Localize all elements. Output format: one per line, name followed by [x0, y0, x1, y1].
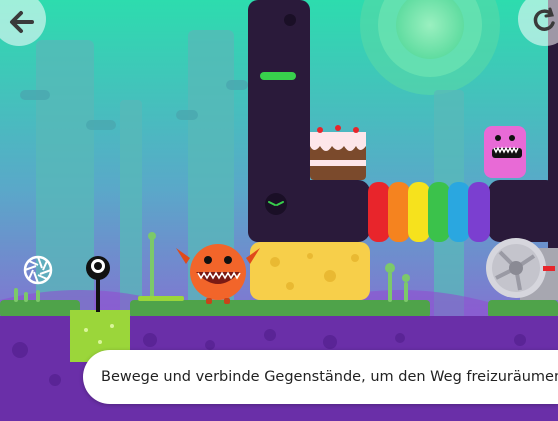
- back-button[interactable]: [0, 0, 46, 46]
- camera-button[interactable]: [22, 254, 54, 286]
- restart-button[interactable]: [518, 0, 558, 46]
- hint-caption: Bewege und verbinde Gegenstände, um den …: [83, 350, 558, 404]
- hint-caption-text: Bewege und verbinde Gegenstände, um den …: [101, 369, 558, 385]
- pressure-plate: [138, 296, 184, 301]
- rainbow-bridge: [368, 182, 490, 242]
- pink-monster: [484, 126, 526, 178]
- restart-icon: [533, 7, 555, 31]
- game-scene: Bewege und verbinde Gegenstände, um den …: [0, 0, 558, 421]
- cake: [310, 125, 366, 180]
- camera-shutter-icon: [23, 255, 53, 285]
- cheese-block: [250, 242, 370, 300]
- arrow-left-icon: [10, 11, 34, 33]
